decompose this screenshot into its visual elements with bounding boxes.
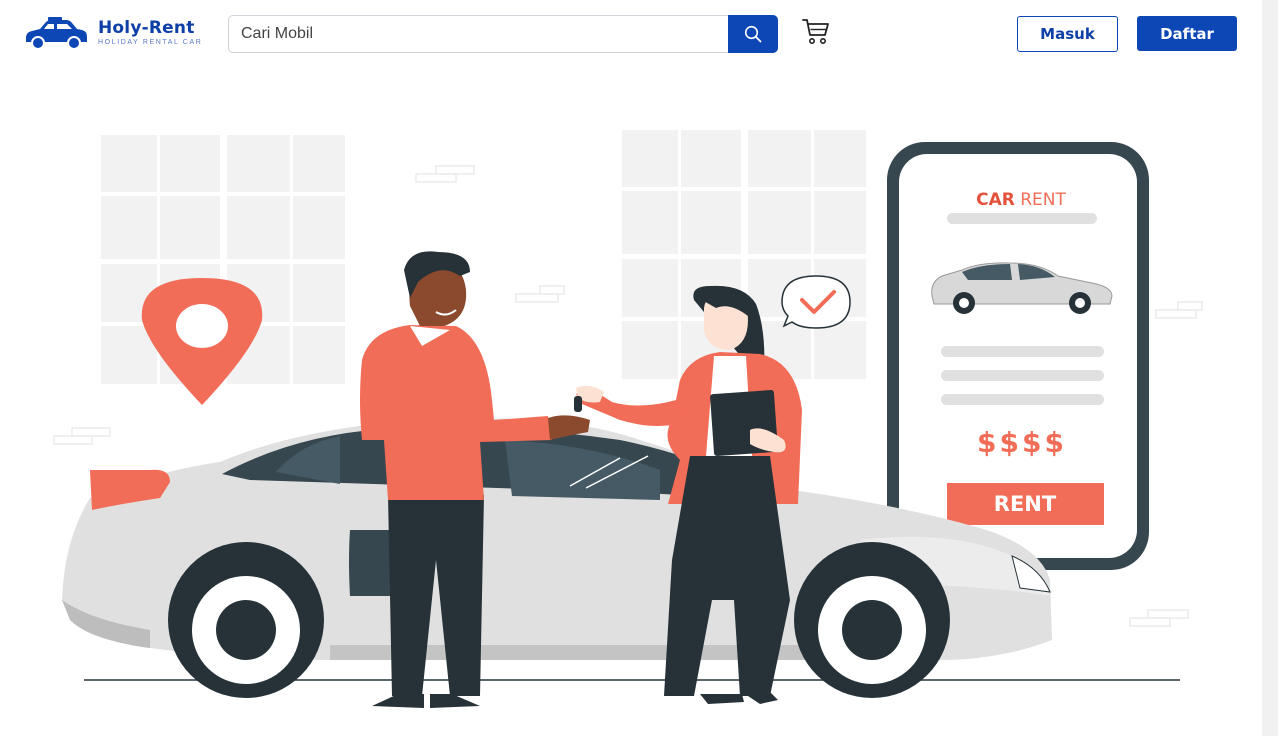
phone-title: CAR RENT [976, 190, 1066, 210]
car-key-icon [574, 396, 582, 412]
search-input[interactable] [228, 15, 728, 53]
login-button[interactable]: Masuk [1017, 16, 1118, 52]
phone-price: $$$$ [977, 426, 1067, 459]
brand-name: Holy-Rent [98, 18, 195, 38]
hero-illustration: CAR RENT $$$$ RENT [0, 70, 1262, 736]
brand-logo[interactable]: Holy-Rent HOLIDAY RENTAL CAR [24, 16, 202, 50]
search-button[interactable] [728, 15, 778, 53]
page: Holy-Rent HOLIDAY RENTAL CAR Masuk Dafta… [0, 0, 1278, 736]
speech-bubble-check-icon [781, 275, 851, 329]
brand-text: Holy-Rent HOLIDAY RENTAL CAR [98, 18, 202, 48]
phone-rent-label: RENT [994, 492, 1057, 516]
search-bar [228, 15, 778, 53]
search-icon [744, 25, 762, 43]
car-rental-illustration: CAR RENT $$$$ RENT [53, 130, 1203, 708]
brand-tagline: HOLIDAY RENTAL CAR [98, 39, 203, 46]
page-scrollbar[interactable] [1262, 0, 1278, 736]
top-navbar: Holy-Rent HOLIDAY RENTAL CAR Masuk Dafta… [0, 0, 1262, 70]
car-logo-icon [26, 17, 87, 50]
location-pin-icon [141, 278, 263, 405]
register-button[interactable]: Daftar [1137, 16, 1237, 51]
rental-phone-mockup: CAR RENT $$$$ RENT [887, 142, 1149, 570]
cart-icon[interactable] [800, 16, 830, 46]
